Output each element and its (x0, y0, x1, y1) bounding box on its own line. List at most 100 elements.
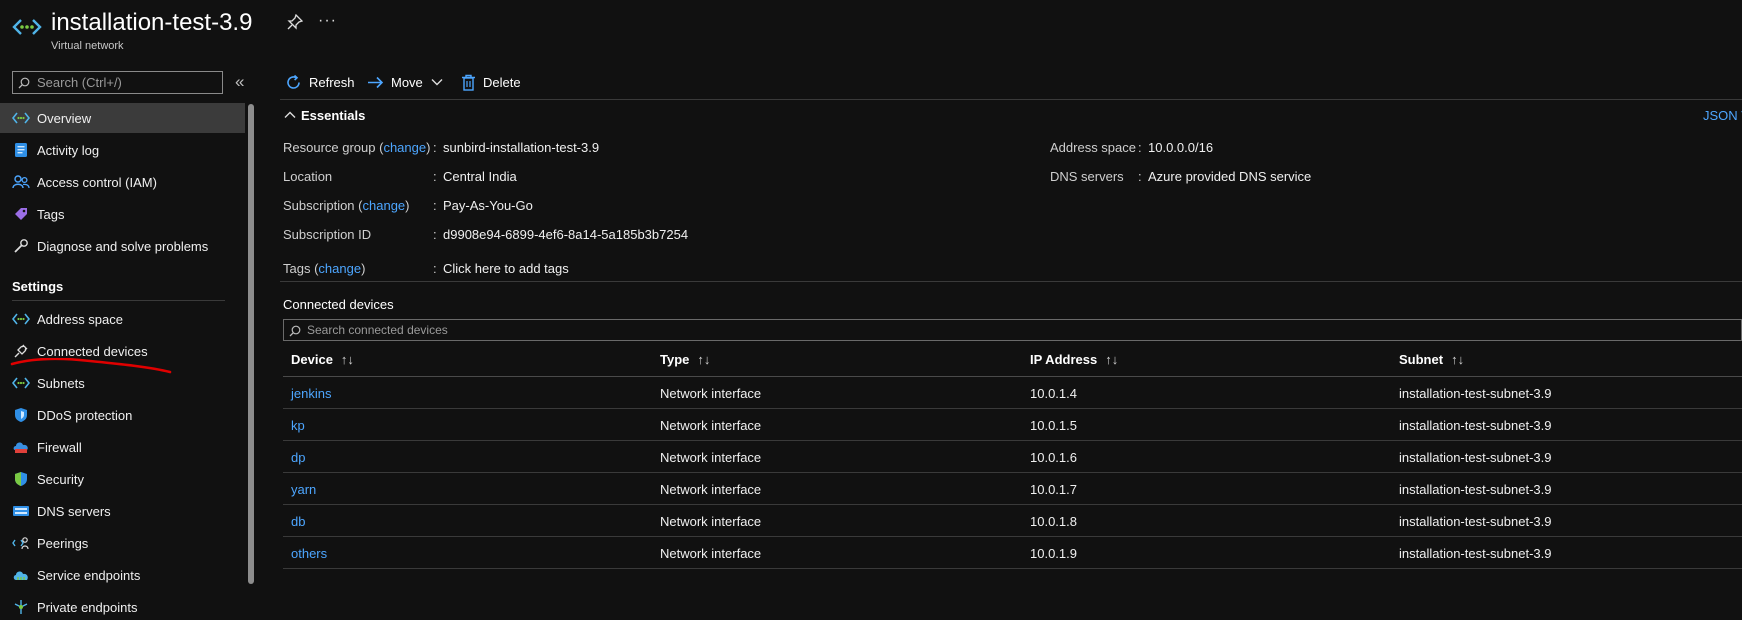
subscription-value[interactable]: Pay-As-You-Go (443, 198, 533, 213)
sidebar-item-label: Subnets (37, 375, 85, 391)
arrow-right-icon (368, 76, 384, 88)
sort-icon: ↑↓ (1105, 352, 1119, 367)
sidebar-item-label: Diagnose and solve problems (37, 238, 209, 254)
device-link[interactable]: db (291, 514, 305, 529)
sort-icon: ↑↓ (697, 352, 711, 367)
device-link[interactable]: jenkins (291, 386, 331, 401)
device-ip: 10.0.1.8 (1030, 514, 1077, 529)
sidebar-item-label: Firewall (37, 439, 82, 455)
device-type: Network interface (660, 386, 762, 401)
firewall-icon (12, 438, 30, 456)
device-link[interactable]: dp (291, 450, 305, 465)
people-icon (12, 173, 30, 191)
sidebar-item-label: Private endpoints (37, 599, 138, 615)
shield-icon (12, 470, 30, 488)
device-ip: 10.0.1.5 (1030, 418, 1077, 433)
table-row: kp Network interface 10.0.1.5 installati… (283, 409, 1742, 441)
search-connected-devices-input[interactable] (307, 320, 807, 340)
add-tags-link[interactable]: Click here to add tags (443, 261, 569, 276)
device-subnet: installation-test-subnet-3.9 (1399, 418, 1552, 433)
activity-log-icon (12, 141, 30, 159)
chevron-down-icon (431, 79, 443, 86)
cloud-icon (12, 566, 30, 584)
search-input[interactable] (37, 72, 217, 93)
delete-button[interactable]: Delete (461, 72, 521, 92)
sort-icon: ↑↓ (1451, 352, 1465, 367)
subscription-id-value: d9908e94-6899-4ef6-8a14-5a185b3b7254 (443, 227, 689, 242)
virtual-network-icon (12, 374, 30, 392)
sidebar-item-tags[interactable]: Tags (0, 199, 245, 229)
sidebar-item-ddos-protection[interactable]: DDoS protection (0, 400, 245, 430)
sidebar-item-label: Access control (IAM) (37, 174, 157, 190)
sidebar-item-label: DDoS protection (37, 407, 133, 423)
subscription-label: Subscription (change) (283, 198, 410, 213)
device-ip: 10.0.1.4 (1030, 386, 1077, 401)
refresh-button[interactable]: Refresh (285, 72, 355, 92)
wrench-icon (12, 237, 30, 255)
column-header-subnet[interactable]: Subnet ↑↓ (1399, 352, 1464, 367)
resource-group-label: Resource group (change) (283, 140, 431, 155)
connected-devices-title: Connected devices (283, 297, 394, 312)
device-link[interactable]: kp (291, 418, 305, 433)
table-row: db Network interface 10.0.1.8 installati… (283, 505, 1742, 537)
delete-label: Delete (483, 74, 521, 90)
sidebar-item-service-endpoints[interactable]: Service endpoints (0, 560, 245, 590)
sidebar-item-dns-servers[interactable]: DNS servers (0, 496, 245, 526)
sidebar-item-label: Address space (37, 311, 123, 327)
sort-icon: ↑↓ (340, 352, 354, 367)
pin-icon[interactable] (287, 13, 304, 30)
page-title: installation-test-3.9 (51, 9, 253, 36)
sidebar-item-peerings[interactable]: Peerings (0, 528, 245, 558)
chevron-up-icon[interactable] (284, 108, 296, 123)
dns-servers-label: DNS servers (1050, 169, 1124, 184)
essentials-divider (280, 281, 1742, 282)
address-space-label: Address space (1050, 140, 1136, 155)
tags-label: Tags (change) (283, 261, 366, 276)
essentials-title[interactable]: Essentials (301, 108, 365, 123)
shield-icon (12, 406, 30, 424)
sidebar-item-label: DNS servers (37, 503, 111, 519)
settings-heading: Settings (12, 279, 64, 294)
table-row: dp Network interface 10.0.1.6 installati… (283, 441, 1742, 473)
location-label: Location (283, 169, 333, 184)
device-type: Network interface (660, 482, 762, 497)
change-subscription-link[interactable]: change (363, 198, 406, 213)
device-link[interactable]: yarn (291, 482, 316, 497)
device-link[interactable]: others (291, 546, 327, 561)
connected-devices-search[interactable] (283, 319, 1742, 341)
json-view-link[interactable]: JSON View (1703, 108, 1742, 123)
move-button[interactable]: Move (367, 72, 443, 92)
column-header-device[interactable]: Device ↑↓ (291, 352, 354, 367)
virtual-network-icon (12, 310, 30, 328)
sidebar-item-firewall[interactable]: Firewall (0, 432, 245, 462)
sidebar-scrollbar[interactable] (248, 104, 254, 584)
refresh-icon (287, 74, 300, 89)
search-icon (289, 325, 301, 337)
sidebar-item-access-control[interactable]: Access control (IAM) (0, 167, 245, 197)
peerings-icon (12, 534, 30, 552)
column-header-ip-address[interactable]: IP Address ↑↓ (1030, 352, 1118, 367)
sidebar-item-private-endpoints[interactable]: Private endpoints (0, 592, 245, 620)
table-row: jenkins Network interface 10.0.1.4 insta… (283, 377, 1742, 409)
more-options-icon[interactable]: ··· (318, 12, 337, 30)
move-label: Move (391, 74, 423, 90)
sidebar-item-diagnose[interactable]: Diagnose and solve problems (0, 231, 245, 261)
sidebar-search[interactable] (12, 71, 223, 94)
sidebar-item-activity-log[interactable]: Activity log (0, 135, 245, 165)
sidebar-item-label: Tags (37, 206, 65, 222)
collapse-sidebar-icon[interactable]: « (235, 72, 244, 92)
sidebar-item-security[interactable]: Security (0, 464, 245, 494)
sidebar-item-label: Connected devices (37, 343, 148, 359)
sidebar-item-address-space[interactable]: Address space (0, 304, 245, 334)
device-subnet: installation-test-subnet-3.9 (1399, 514, 1552, 529)
table-row: others Network interface 10.0.1.9 instal… (283, 537, 1742, 569)
search-icon (18, 77, 30, 89)
sidebar-item-overview[interactable]: Overview (0, 103, 245, 133)
change-resource-group-link[interactable]: change (383, 140, 426, 155)
device-type: Network interface (660, 450, 762, 465)
tag-icon (12, 205, 30, 223)
device-subnet: installation-test-subnet-3.9 (1399, 450, 1552, 465)
change-tags-link[interactable]: change (318, 261, 361, 276)
column-header-type[interactable]: Type ↑↓ (660, 352, 710, 367)
resource-group-value[interactable]: sunbird-installation-test-3.9 (443, 140, 599, 155)
